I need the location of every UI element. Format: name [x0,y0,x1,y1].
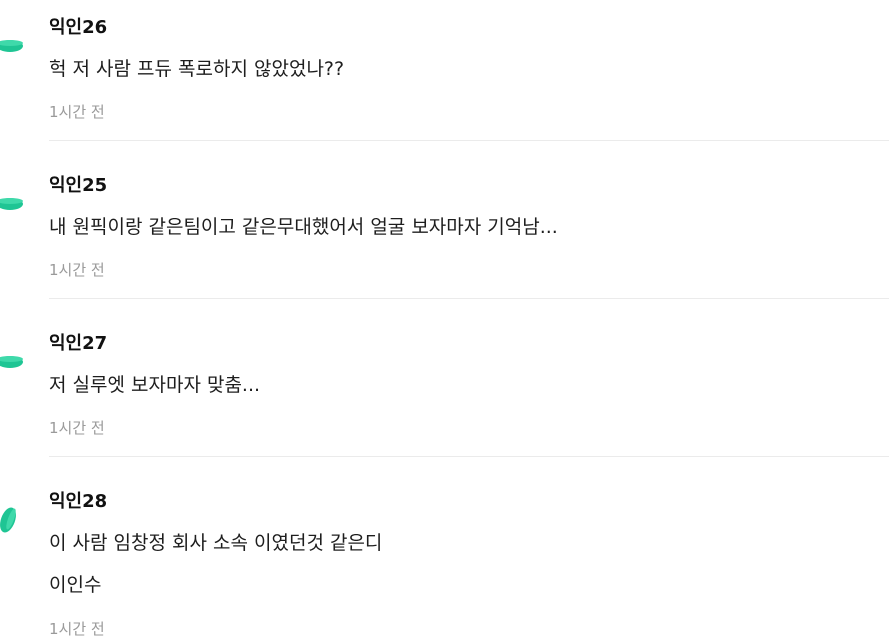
divider [49,298,889,299]
comment-text: 이 사람 임창정 회사 소속 이였던것 같은디 [49,532,383,554]
comment-text-line-2: 이인수 [49,574,102,596]
comment-timestamp: 1시간 전 [49,419,105,437]
comment-timestamp: 1시간 전 [49,620,105,638]
comment-author[interactable]: 익인25 [49,174,107,198]
comment-text: 헉 저 사람 프듀 폭로하지 않았었나?? [49,58,345,80]
divider [49,456,889,457]
comment-author[interactable]: 익인26 [49,16,107,40]
avatar[interactable] [0,38,24,54]
comment-author[interactable]: 익인27 [49,332,107,356]
comment-list: 익인26 헉 저 사람 프듀 폭로하지 않았었나?? 1시간 전 익인25 내 … [0,0,889,640]
comment-timestamp: 1시간 전 [49,261,105,279]
comment-timestamp: 1시간 전 [49,103,105,121]
avatar[interactable] [0,354,24,370]
comment-text: 저 실루엣 보자마자 맞춤... [49,374,261,396]
comment-author[interactable]: 익인28 [49,490,107,514]
avatar[interactable] [0,506,24,534]
divider [49,140,889,141]
avatar[interactable] [0,196,24,212]
comment-text: 내 원픽이랑 같은팀이고 같은무대했어서 얼굴 보자마자 기억남... [49,216,558,238]
